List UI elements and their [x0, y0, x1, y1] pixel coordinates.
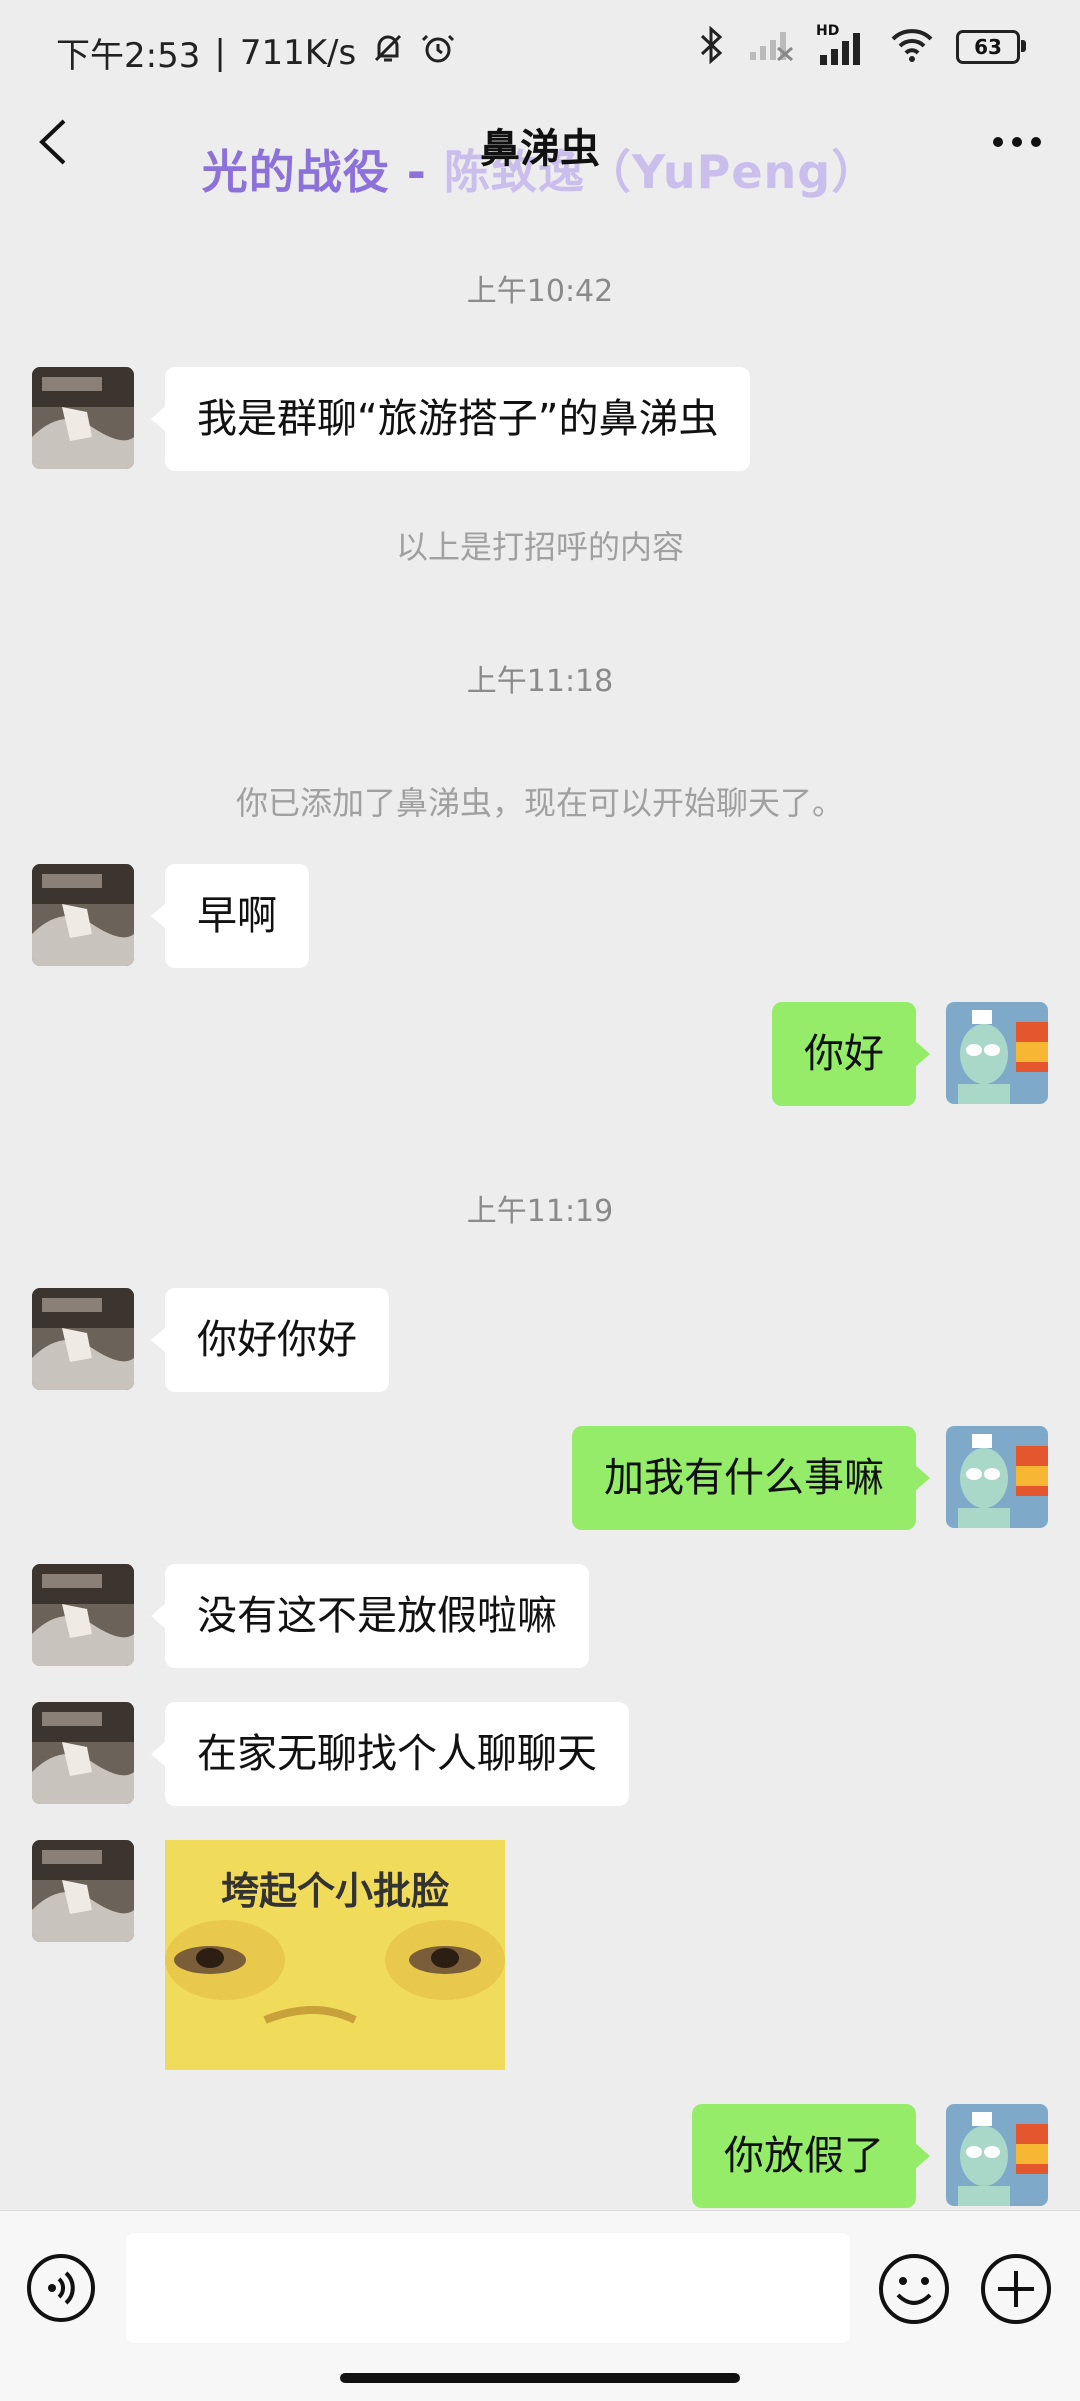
cellular-signal-off-icon: [748, 28, 794, 66]
home-indicator[interactable]: [340, 2373, 740, 2383]
mute-bell-icon: [370, 30, 406, 75]
more-functions-button[interactable]: [980, 2253, 1052, 2325]
message-bubble-outgoing[interactable]: 加我有什么事嘛: [572, 1426, 930, 1530]
input-bar: [0, 2210, 1080, 2401]
contact-avatar[interactable]: [32, 1840, 134, 1942]
sticker-caption: 垮起个小批脸: [220, 1869, 449, 1913]
message-bubble-incoming[interactable]: 我是群聊“旅游搭子”的鼻涕虫: [150, 367, 751, 471]
status-left: 下午2:53 | 711K/s: [56, 28, 456, 77]
contact-avatar[interactable]: [32, 1564, 134, 1666]
contact-avatar[interactable]: [32, 367, 134, 469]
network-speed: 711K/s: [239, 32, 357, 73]
bluetooth-icon: [696, 25, 726, 68]
voice-icon: [27, 2254, 95, 2322]
timestamp: 上午11:19: [466, 1194, 614, 1229]
my-avatar[interactable]: [946, 2104, 1048, 2206]
status-bar: 下午2:53 | 711K/s HD 63: [0, 0, 1080, 100]
alarm-icon: [420, 30, 456, 75]
greeting-note: 以上是打招呼的内容: [395, 528, 684, 566]
timestamp: 上午11:18: [466, 664, 614, 699]
emoji-button[interactable]: [878, 2253, 950, 2325]
my-avatar[interactable]: [946, 1426, 1048, 1528]
chat-header: 光的战役 - 陈致逸（YuPeng） 鼻涕虫: [0, 100, 1080, 210]
contact-avatar[interactable]: [32, 1288, 134, 1390]
my-avatar[interactable]: [946, 1002, 1048, 1104]
battery-icon: 63: [956, 30, 1026, 64]
contact-avatar[interactable]: [32, 864, 134, 966]
message-bubble-incoming[interactable]: 你好你好: [151, 1288, 389, 1392]
message-bubble-incoming[interactable]: 在家无聊找个人聊聊天: [151, 1702, 629, 1806]
contact-avatar[interactable]: [32, 1702, 134, 1804]
emoji-smile-icon: [879, 2254, 949, 2324]
status-right: HD 63: [696, 23, 1026, 68]
plus-icon: [981, 2254, 1051, 2324]
sticker-message[interactable]: 垮起个小批脸: [165, 1840, 505, 2070]
message-input[interactable]: [126, 2233, 850, 2343]
wifi-icon: [890, 27, 934, 67]
cellular-signal-hd-icon: HD: [816, 23, 868, 67]
voice-input-button[interactable]: [26, 2253, 96, 2323]
friend-added-note: 你已添加了鼻涕虫，现在可以开始聊天了。: [235, 784, 844, 822]
message-bubble-incoming[interactable]: 没有这不是放假啦嘛: [151, 1564, 589, 1668]
timestamp: 上午10:42: [466, 274, 614, 309]
message-bubble-outgoing[interactable]: 你放假了: [692, 2104, 930, 2208]
message-bubble-incoming[interactable]: 早啊: [151, 864, 309, 968]
chat-title: 鼻涕虫: [480, 126, 600, 172]
message-bubble-outgoing[interactable]: 你好: [772, 1002, 930, 1106]
status-time: 下午2:53: [56, 36, 201, 76]
